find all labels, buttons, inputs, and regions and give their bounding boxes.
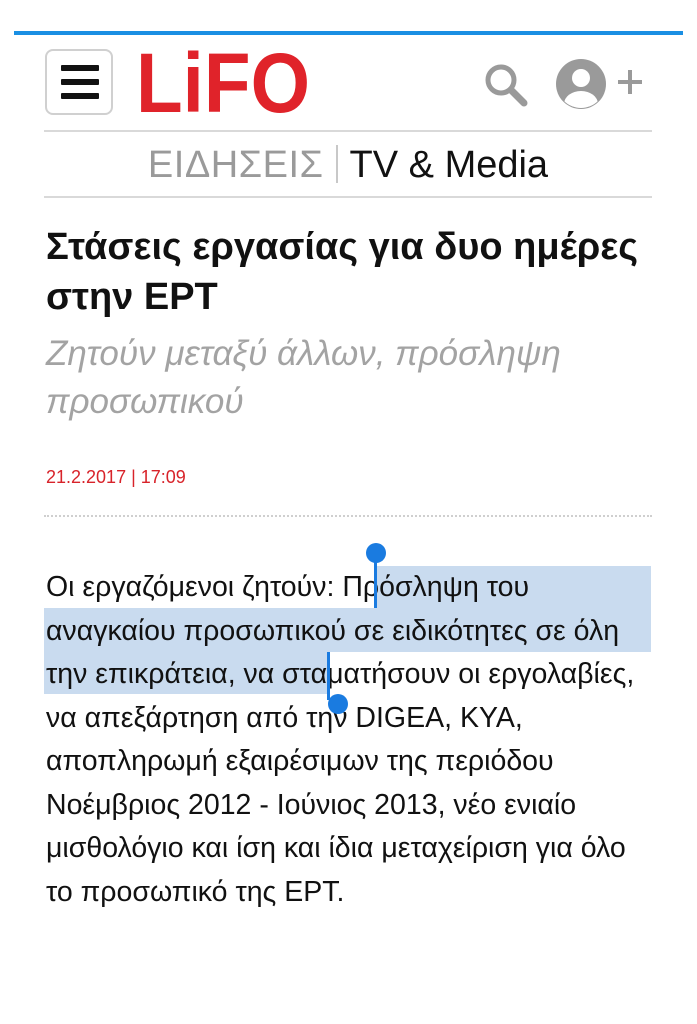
selection-end-caret [327,652,330,700]
menu-button[interactable] [45,49,113,115]
section-subcategory-link[interactable]: TV & Media [350,144,549,186]
logo-text: LiFO [136,46,310,122]
article-date: 21.2.2017 | 17:09 [46,467,186,487]
hamburger-menu-icon [61,65,99,71]
top-accent-bar [14,31,683,35]
section-divider [44,196,652,198]
dotted-divider [44,515,652,517]
article-body[interactable]: Οι εργαζόμενοι ζητούν: Πρόσληψη του αναγ… [46,566,658,914]
hamburger-menu-icon-bar [61,93,99,99]
plus-icon[interactable] [614,66,646,98]
header-divider [44,130,652,132]
lifo-logo[interactable]: LiFO [136,46,316,122]
account-icon[interactable] [553,56,609,112]
search-icon[interactable] [483,62,529,108]
breadcrumb-separator [335,145,338,183]
section-category-link[interactable]: ΕΙΔΗΣΕΙΣ [148,144,324,186]
article-subtitle: Ζητούν μεταξύ άλλων, πρόσληψη προσωπικού [46,334,561,421]
selection-end-handle[interactable] [328,694,348,714]
selection-start-caret [374,558,377,608]
section-breadcrumb: ΕΙΔΗΣΕΙΣ TV & Media [44,134,652,196]
hamburger-menu-icon-bar [61,79,99,85]
article-title: Στάσεις εργασίας για δυο ημέρες στην ΕΡΤ [46,226,639,318]
